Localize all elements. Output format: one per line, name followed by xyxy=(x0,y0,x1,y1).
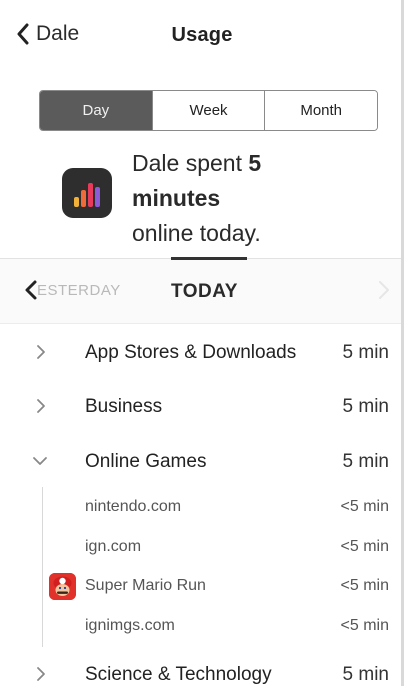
segment-day[interactable]: Day xyxy=(40,91,153,130)
category-name: Business xyxy=(85,396,163,417)
chevron-right-icon xyxy=(37,667,45,681)
site-name: nintendo.com xyxy=(85,498,182,515)
period-segmented-control: Day Week Month xyxy=(39,90,378,131)
chevron-right-icon xyxy=(379,281,389,299)
segment-month[interactable]: Month xyxy=(265,91,377,130)
category-row-science-technology[interactable]: Science & Technology 5 min xyxy=(0,655,404,686)
category-duration: 5 min xyxy=(342,342,389,363)
next-day-button[interactable] xyxy=(378,279,390,306)
current-day-indicator xyxy=(171,257,247,260)
site-row[interactable]: ign.com <5 min xyxy=(0,531,404,563)
usage-summary: Dale spent 5 minutes online today. xyxy=(62,148,392,248)
site-row[interactable]: ignimgs.com <5 min xyxy=(0,610,404,642)
previous-day-button[interactable]: ESTERDAY xyxy=(24,279,121,301)
chevron-down-icon xyxy=(33,457,47,465)
category-name: Online Games xyxy=(85,451,207,472)
day-pager: ESTERDAY TODAY xyxy=(0,259,404,323)
current-day-label: TODAY xyxy=(171,281,238,302)
category-row-online-games[interactable]: Online Games 5 min xyxy=(0,442,404,482)
segment-week[interactable]: Week xyxy=(152,91,266,130)
site-name: Super Mario Run xyxy=(85,577,206,594)
site-duration: <5 min xyxy=(340,617,389,634)
chevron-right-icon xyxy=(37,345,45,359)
summary-unit: minutes xyxy=(132,185,221,211)
category-duration: 5 min xyxy=(342,664,389,685)
previous-day-label: ESTERDAY xyxy=(37,281,121,299)
site-name: ign.com xyxy=(85,538,142,555)
divider xyxy=(0,323,404,324)
page-title: Usage xyxy=(171,24,233,46)
summary-suffix: online today. xyxy=(132,220,261,246)
nav-bar: Dale Usage xyxy=(0,0,404,72)
super-mario-run-app-icon xyxy=(49,573,76,600)
site-name: ignimgs.com xyxy=(85,617,175,634)
summary-text: Dale spent 5 minutes online today. xyxy=(132,146,392,251)
site-duration: <5 min xyxy=(340,538,389,555)
chevron-left-icon xyxy=(25,280,37,300)
category-duration: 5 min xyxy=(342,396,389,417)
summary-value: 5 xyxy=(248,150,262,176)
usage-chart-app-icon xyxy=(62,168,112,218)
site-duration: <5 min xyxy=(340,498,389,515)
category-row-app-stores[interactable]: App Stores & Downloads 5 min xyxy=(0,333,404,373)
category-duration: 5 min xyxy=(342,451,389,472)
site-row[interactable]: Super Mario Run <5 min xyxy=(0,570,404,602)
chevron-right-icon xyxy=(37,399,45,413)
usage-screen: Dale Usage Day Week Month Dale spent 5 m… xyxy=(0,0,404,686)
category-name: Science & Technology xyxy=(85,664,272,685)
site-row[interactable]: nintendo.com <5 min xyxy=(0,491,404,523)
site-duration: <5 min xyxy=(340,577,389,594)
category-row-business[interactable]: Business 5 min xyxy=(0,387,404,427)
summary-prefix: Dale spent xyxy=(132,150,249,176)
category-name: App Stores & Downloads xyxy=(85,342,297,363)
